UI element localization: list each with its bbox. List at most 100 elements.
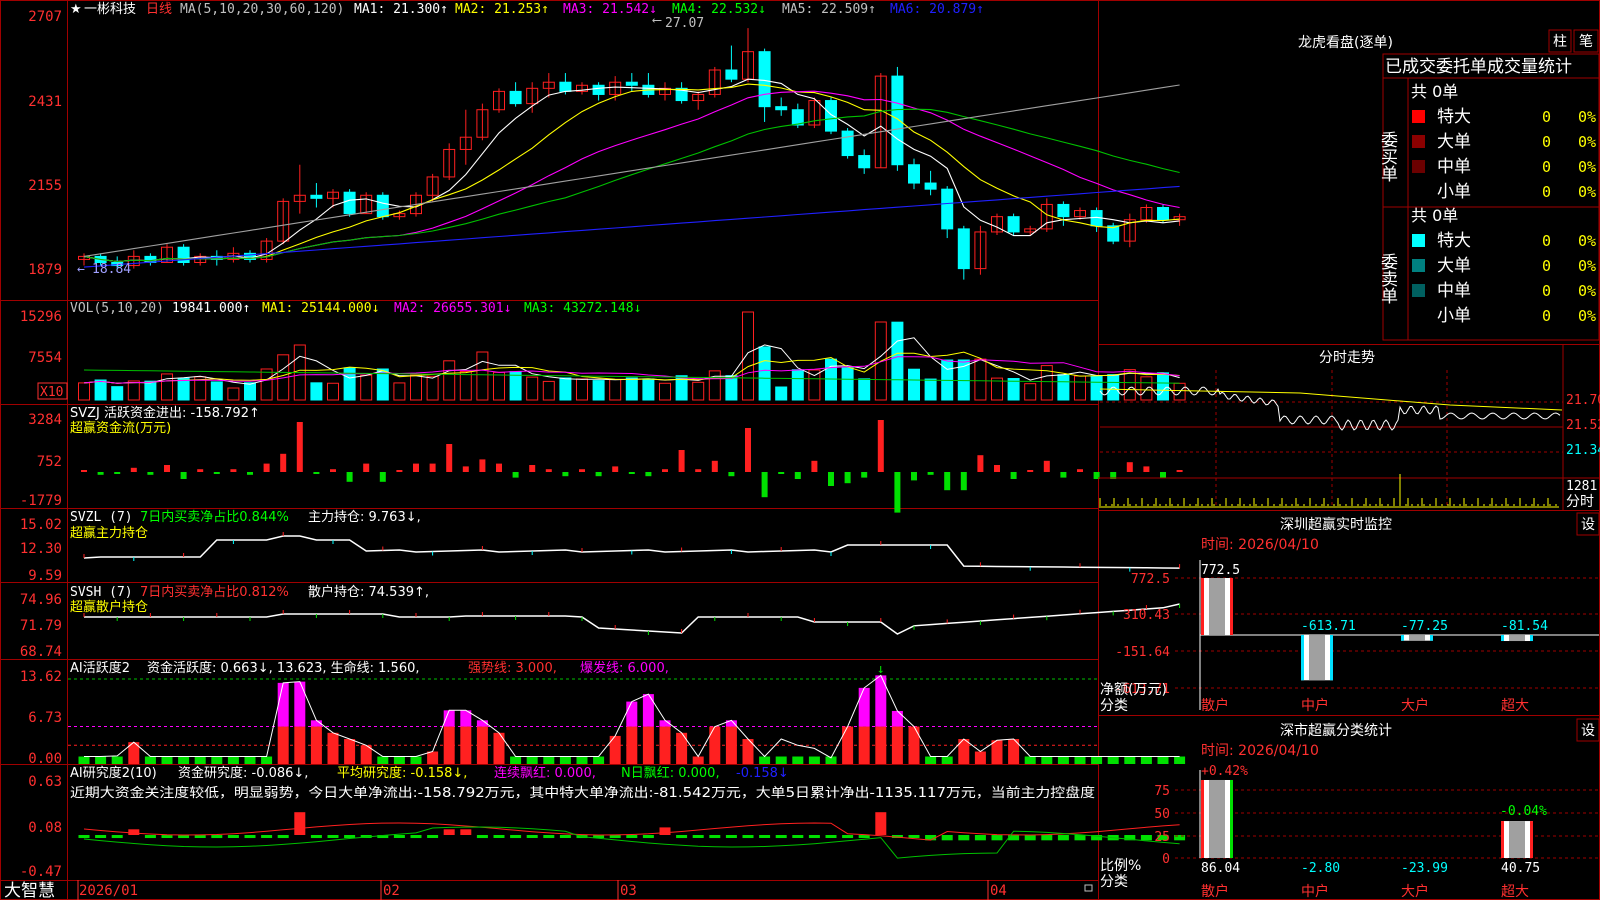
fs-tick: 21.70 — [1566, 393, 1600, 408]
research-bar — [1057, 835, 1069, 841]
high-arrow-icon: ⟵ — [652, 13, 662, 28]
flow-bar — [81, 470, 87, 472]
size-count: 0 — [1542, 133, 1551, 151]
volume-bar — [625, 377, 638, 401]
fl-bar-edge — [1501, 821, 1504, 858]
candle-body — [310, 194, 323, 199]
fl-value: 40.75 — [1501, 861, 1540, 876]
research-bar — [825, 835, 837, 838]
fl-top-value: -0.04% — [1500, 804, 1547, 819]
ai2-comment: 近期大资金关注度较低，明显弱势，今日大单净流出:-158.792万元，其中特大单… — [70, 784, 1095, 801]
kline-title: ★ 一彬科技 日线 MA(5,10,20,30,60,120) MA1: 21.… — [70, 2, 984, 17]
sz-bar-edge — [1230, 578, 1233, 635]
flow-bar — [612, 466, 619, 472]
flow-bar — [363, 463, 370, 472]
svzl-plot[interactable] — [83, 532, 1181, 572]
sz-bar-inner — [1409, 635, 1425, 641]
flow-bar — [446, 444, 453, 472]
research-bar — [211, 835, 223, 839]
research-bar — [626, 835, 638, 838]
flow-bar — [728, 472, 735, 477]
activity-bar — [659, 726, 671, 764]
ai2-name: AI研究度2(10) — [70, 765, 157, 781]
tick-label: -1779 — [20, 493, 62, 509]
flow-bar — [97, 472, 104, 475]
activity-bar — [1057, 756, 1069, 764]
candle-body — [1157, 207, 1169, 221]
svsh-plot[interactable] — [83, 603, 1181, 635]
tab-bar-label: 柱 — [1553, 34, 1567, 50]
activity-bar — [725, 726, 737, 764]
research-bar — [659, 827, 671, 835]
sz-value: -81.54 — [1501, 619, 1548, 634]
stock-name: 一彬科技 — [84, 2, 136, 17]
ma5-value: MA5: 22.509↑ — [782, 2, 876, 17]
volume-bar — [161, 373, 173, 401]
brand-logo: 大智慧 — [4, 881, 55, 900]
ai1-plot[interactable]: ↓ — [68, 662, 1186, 764]
ai2-plot[interactable] — [78, 812, 1186, 859]
candle-body — [758, 51, 771, 108]
fl-tick: 75 — [1154, 784, 1170, 799]
size-swatch — [1412, 234, 1425, 247]
intraday-chart[interactable] — [1098, 344, 1600, 510]
activity-bar — [510, 756, 522, 764]
x-tick: 2026/01 — [79, 883, 138, 899]
volume-bar — [509, 371, 522, 401]
activity-bar — [161, 756, 173, 764]
sz-bar-edge — [1201, 578, 1204, 635]
activity-bar — [543, 756, 555, 764]
tab-tick-label: 笔 — [1579, 34, 1593, 50]
activity-bar — [393, 756, 405, 764]
activity-bar — [1157, 756, 1169, 764]
research-bar — [709, 835, 721, 839]
size-count: 0 — [1542, 282, 1551, 300]
research-bar — [543, 835, 555, 839]
deal-title: 已成交委托单成交量统计 — [1385, 57, 1572, 77]
flow-bar — [894, 472, 901, 513]
vol-name: VOL(5,10,20) — [70, 301, 164, 316]
kline-plot[interactable] — [78, 28, 1186, 280]
flow-bar — [313, 472, 320, 474]
fl-title: 深市超赢分类统计 — [1280, 722, 1392, 739]
volume-bar — [1024, 383, 1037, 401]
research-bar — [742, 835, 754, 839]
fl-value: 86.04 — [1201, 861, 1240, 876]
fl-bar-inner — [1509, 821, 1525, 858]
fl-value: -2.80 — [1301, 861, 1340, 876]
sz-bar-edge — [1301, 635, 1304, 681]
candle-body — [841, 130, 854, 157]
svsh-hold: 散户持仓: 74.539↑, — [308, 584, 429, 600]
tick-label: 2431 — [28, 94, 62, 110]
research-bar — [991, 835, 1003, 841]
size-pct: 0% — [1578, 257, 1596, 275]
size-count: 0 — [1542, 158, 1551, 176]
ai2-n-red: N日飘红: 0.000, — [621, 765, 720, 781]
volume-bar — [592, 380, 605, 401]
research-bar — [327, 835, 339, 838]
flow-bar — [247, 472, 253, 475]
vol-value: 19841.000↑ — [172, 301, 250, 316]
volume-plot[interactable] — [78, 311, 1186, 401]
candle-body — [908, 164, 920, 184]
sz-cat: 散户 — [1201, 697, 1229, 714]
fl-bar-edge — [1230, 779, 1233, 858]
activity-bar — [144, 756, 156, 764]
fl-bar-edge — [1530, 821, 1533, 858]
sz-bar-edge — [1330, 635, 1333, 681]
ai2-red-streak: 连续飘红: 0.000, — [494, 765, 596, 781]
volume-bar — [244, 382, 256, 401]
volume-bar — [775, 386, 788, 401]
svzj-plot[interactable] — [81, 420, 1183, 513]
fs-vol-unit: 分时 — [1566, 494, 1594, 510]
research-bar — [526, 835, 538, 838]
fl-stats-chart: 75 50 25 0 +0.42% -0.04% 86.04 散户 -2.80 中户 -23.99 大… — [1154, 764, 1599, 900]
kline-y-axis: 2707 2431 2155 1879 15296 7554 3284 752 … — [20, 9, 62, 880]
flow-bar — [346, 472, 353, 482]
volume-bar — [327, 382, 339, 401]
activity-bar — [95, 756, 107, 764]
flow-bar — [263, 463, 270, 472]
ai2-extra: -0.158↓ — [736, 766, 789, 781]
activity-bar — [111, 756, 123, 764]
research-bar — [510, 835, 522, 839]
